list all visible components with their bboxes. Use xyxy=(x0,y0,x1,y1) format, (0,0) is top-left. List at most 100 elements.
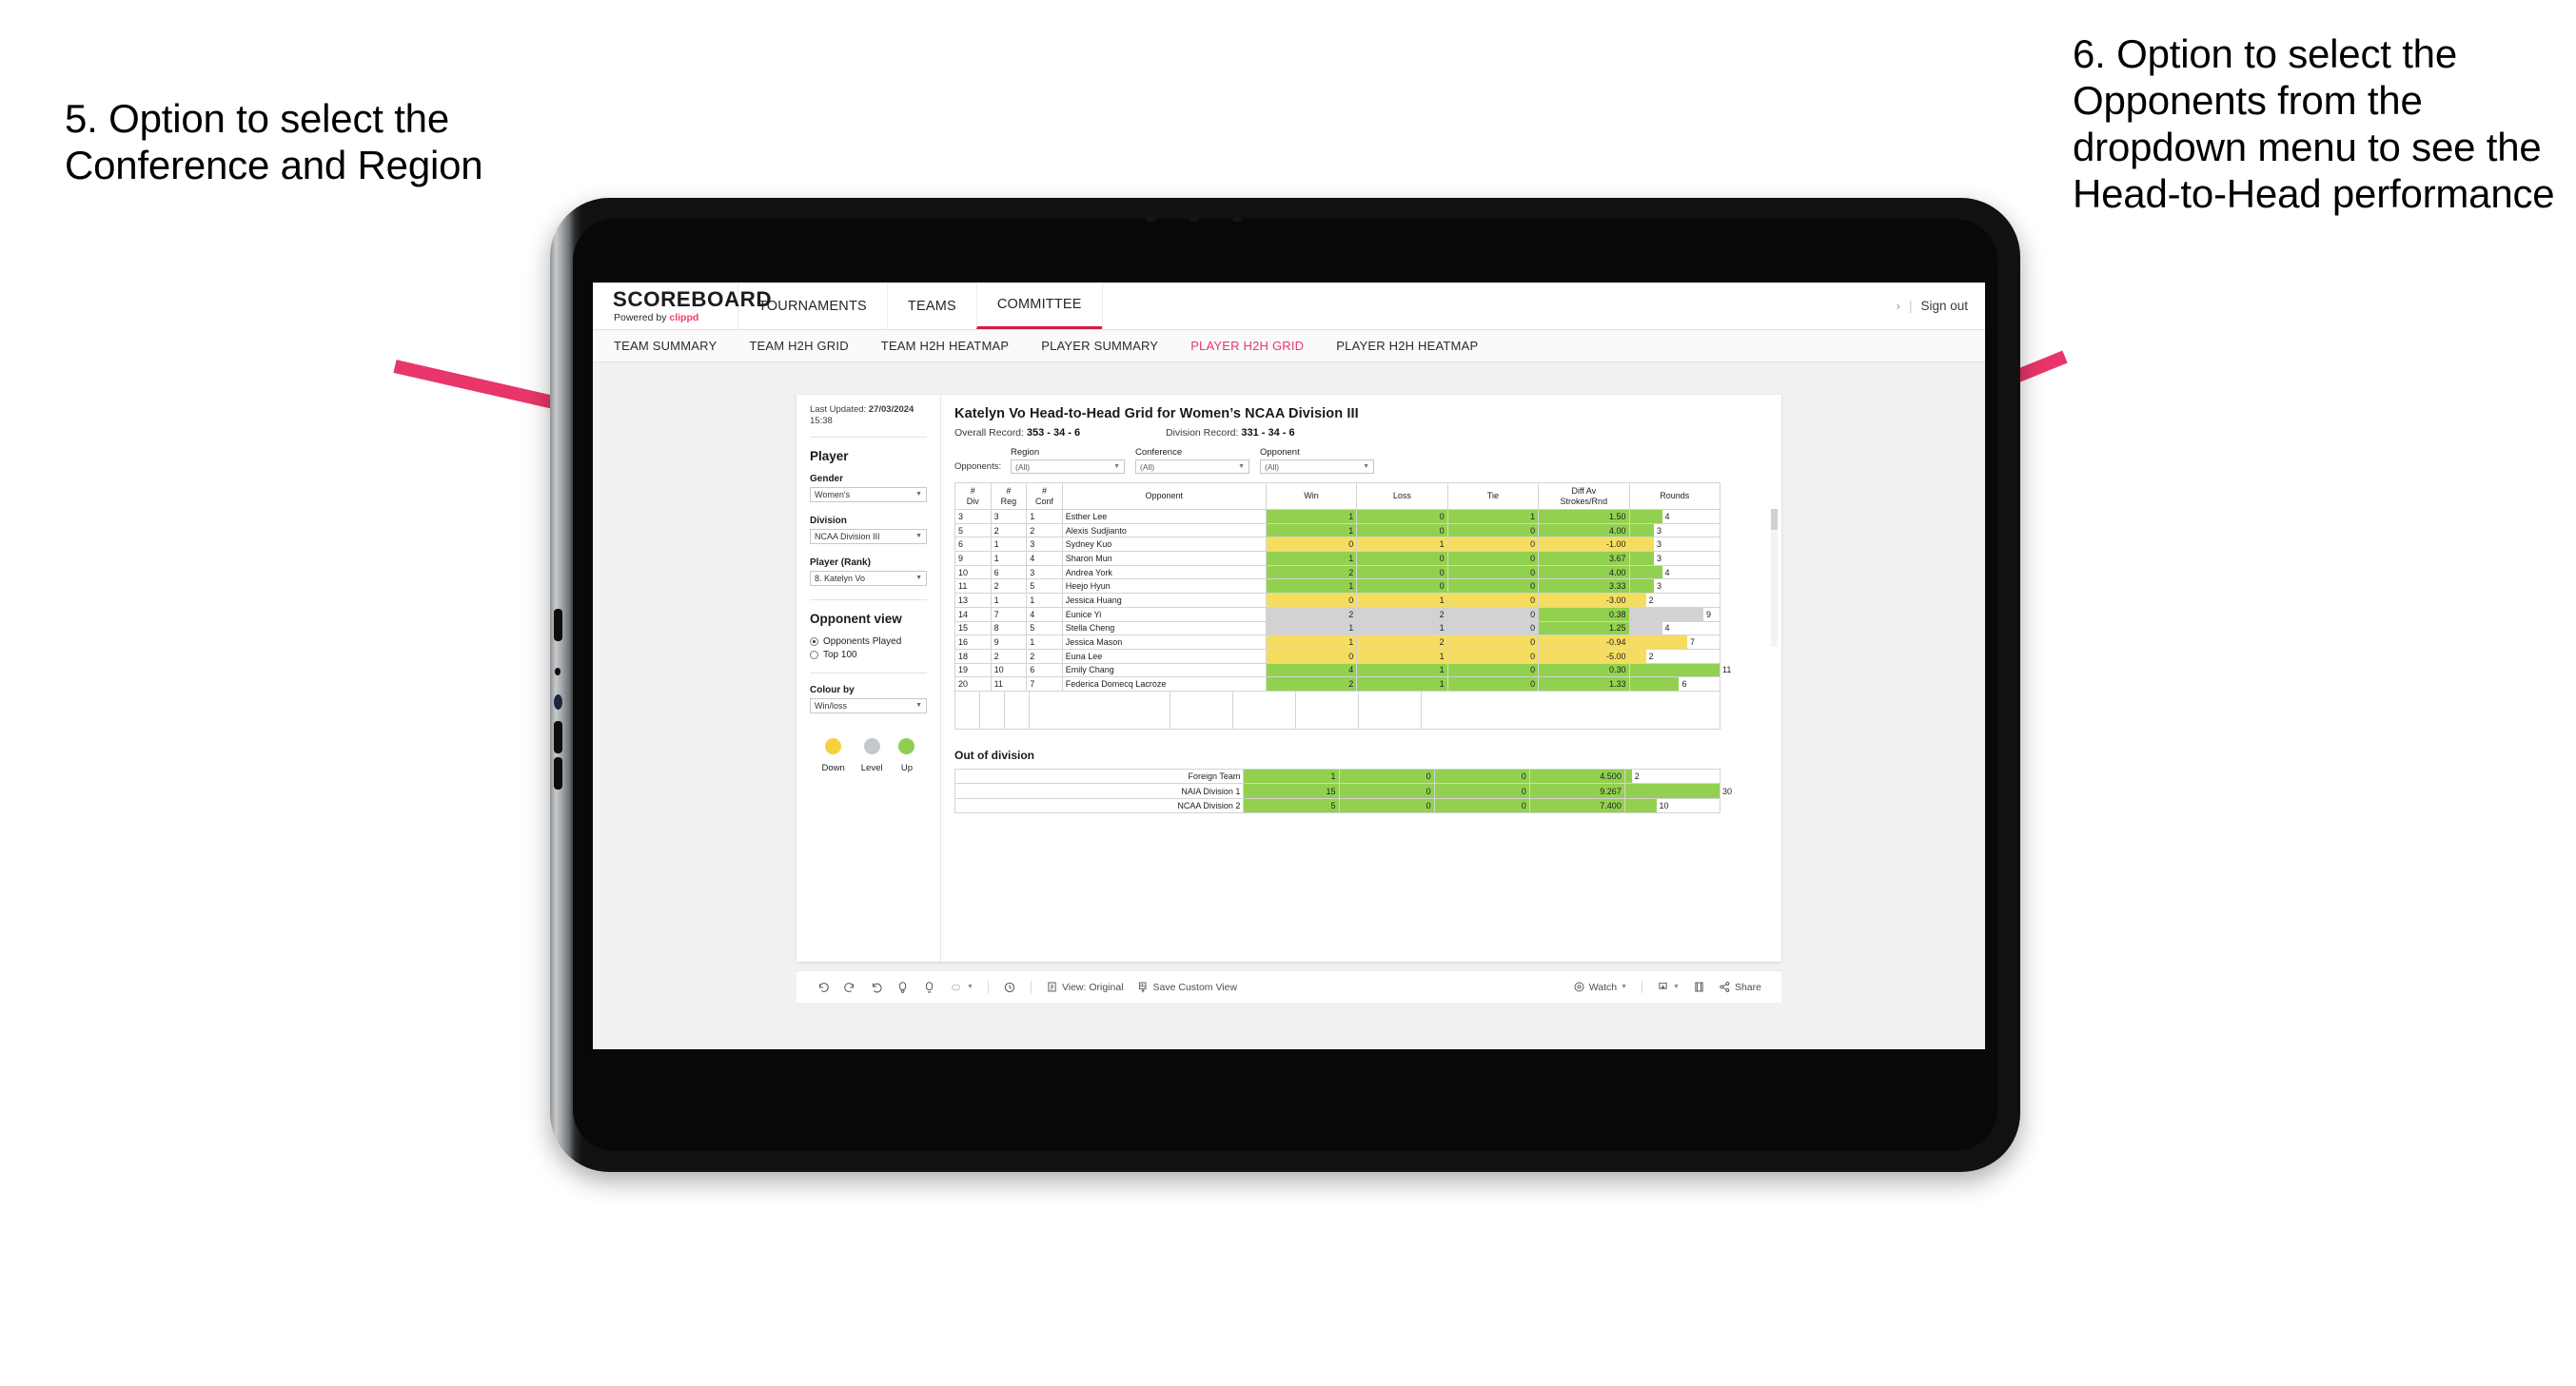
colour-by-select[interactable]: Win/loss ▼ xyxy=(810,697,927,713)
region-filter-select[interactable]: (All) ▼ xyxy=(1011,459,1125,474)
tablet-button-4[interactable] xyxy=(554,757,562,790)
rounds-bar xyxy=(1629,607,1703,621)
cell-loss: 0 xyxy=(1338,768,1435,785)
tablet-button-2[interactable] xyxy=(555,668,560,675)
table-row[interactable]: 9 1 4 Sharon Mun 1 0 0 3.67 3 xyxy=(954,551,1721,566)
chevron-right-icon[interactable]: › xyxy=(1897,299,1900,313)
division-record: Division Record: 331 - 34 - 6 xyxy=(1166,427,1295,439)
subnav-player-summary[interactable]: PLAYER SUMMARY xyxy=(1041,339,1158,353)
col-loss[interactable]: Loss xyxy=(1356,482,1448,510)
radio-opponents-played[interactable]: Opponents Played xyxy=(810,636,927,647)
table-row[interactable]: 13 1 1 Jessica Huang 0 1 0 -3.00 2 xyxy=(954,593,1721,608)
chevron-down-icon: ▼ xyxy=(1363,463,1369,470)
filter-sidebar: Last Updated: 27/03/2024 15:38 Player Ge… xyxy=(796,395,941,962)
pause-button[interactable] xyxy=(916,981,943,994)
cell-rounds: 3 xyxy=(1628,551,1721,566)
cell-win: 1 xyxy=(1265,509,1358,524)
table-row[interactable]: 11 2 5 Heejo Hyun 1 0 0 3.33 3 xyxy=(954,578,1721,595)
table-row[interactable]: 15 8 5 Stella Cheng 1 1 0 1.25 4 xyxy=(954,620,1721,636)
tablet-button-1[interactable] xyxy=(554,609,562,641)
table-row[interactable]: 5 2 2 Alexis Sudjianto 1 0 0 4.00 3 xyxy=(954,522,1721,538)
grid-vertical-scrollbar[interactable] xyxy=(1771,509,1778,647)
table-row[interactable]: 19 10 6 Emily Chang 4 1 0 0.30 11 xyxy=(954,662,1731,678)
radio-top-100[interactable]: Top 100 xyxy=(810,650,927,660)
revert-button[interactable] xyxy=(863,981,890,994)
colour-by-label: Colour by xyxy=(810,684,855,695)
cell-win: 0 xyxy=(1265,593,1358,608)
shape-dropdown-button[interactable]: ▼ xyxy=(943,981,980,994)
undo-button[interactable] xyxy=(810,981,836,994)
chevron-down-icon: ▼ xyxy=(915,533,922,540)
radio-icon xyxy=(810,650,818,659)
subnav-player-h2h-grid[interactable]: PLAYER H2H GRID xyxy=(1190,339,1304,353)
cell-tie: 0 xyxy=(1446,551,1540,566)
cell-rounds: 3 xyxy=(1628,578,1721,595)
table-row[interactable]: NCAA Division 2 5 0 0 7.400 10 xyxy=(954,797,1721,814)
main-content-panel: Katelyn Vo Head-to-Head Grid for Women’s… xyxy=(941,395,1781,962)
table-row[interactable]: 6 1 3 Sydney Kuo 0 1 0 -1.00 3 xyxy=(954,537,1721,553)
subnav-team-h2h-grid[interactable]: TEAM H2H GRID xyxy=(749,339,848,353)
cell-tie: 0 xyxy=(1446,634,1540,650)
col-reg[interactable]: # Reg xyxy=(990,482,1028,510)
opponent-filter-label: Opponent xyxy=(1260,447,1300,458)
table-row[interactable]: NAIA Division 1 15 0 0 9.267 30 xyxy=(954,783,1732,799)
header-tab-committee[interactable]: COMMITTEE xyxy=(975,283,1102,329)
chevron-down-icon: ▼ xyxy=(1238,463,1245,470)
col-diff-av-strokes[interactable]: Diff Av Strokes/Rnd xyxy=(1538,482,1630,510)
table-row[interactable]: 20 11 7 Federica Domecq Lacroze 2 1 0 1.33 6 xyxy=(954,676,1721,692)
cell-rounds: 2 xyxy=(1623,768,1721,785)
redo-button[interactable] xyxy=(836,981,863,994)
rounds-bar xyxy=(1629,552,1655,565)
table-row[interactable]: 3 3 1 Esther Lee 1 0 1 1.50 4 xyxy=(954,509,1721,524)
rounds-value: 10 xyxy=(1659,801,1669,811)
fullscreen-button[interactable] xyxy=(1686,981,1712,993)
view-original-button[interactable]: View: Original xyxy=(1039,981,1131,993)
subnav-player-h2h-heatmap[interactable]: PLAYER H2H HEATMAP xyxy=(1336,339,1478,353)
header-tab-teams[interactable]: TEAMS xyxy=(886,283,976,329)
refresh-button[interactable] xyxy=(890,981,916,994)
cell-conf: 1 xyxy=(1026,509,1063,524)
cell-diff: 3.67 xyxy=(1538,551,1630,566)
cell-reg: 9 xyxy=(990,634,1028,650)
division-select[interactable]: NCAA Division III ▼ xyxy=(810,528,927,544)
col-opponent[interactable]: Opponent xyxy=(1061,482,1267,510)
alerts-button[interactable] xyxy=(996,981,1023,994)
download-button[interactable]: ▼ xyxy=(1650,981,1686,993)
cell-div: 11 xyxy=(954,578,992,595)
col-rounds[interactable]: Rounds xyxy=(1628,482,1721,510)
cell-opponent: Sydney Kuo xyxy=(1061,537,1267,553)
table-row[interactable]: 16 9 1 Jessica Mason 1 2 0 -0.94 7 xyxy=(954,634,1721,650)
col-div[interactable]: # Div xyxy=(954,482,992,510)
subnav-team-h2h-heatmap[interactable]: TEAM H2H HEATMAP xyxy=(881,339,1009,353)
chevron-down-icon: ▼ xyxy=(915,702,922,710)
annotation-6-text: 6. Option to select the Opponents from t… xyxy=(2073,31,2555,217)
rounds-bar xyxy=(1624,769,1632,784)
col-conf[interactable]: # Conf xyxy=(1026,482,1063,510)
tablet-button-3[interactable] xyxy=(554,721,562,753)
gender-select[interactable]: Women's ▼ xyxy=(810,486,927,502)
annotation-5-text: 5. Option to select the Conference and R… xyxy=(65,96,483,188)
table-row[interactable]: 10 6 3 Andrea York 2 0 0 4.00 4 xyxy=(954,564,1721,580)
cell-diff: -5.00 xyxy=(1538,648,1630,664)
cell-rounds: 4 xyxy=(1628,509,1721,524)
cell-conf: 2 xyxy=(1026,648,1063,664)
sign-out-link[interactable]: Sign out xyxy=(1920,299,1968,313)
table-row[interactable]: 18 2 2 Euna Lee 0 1 0 -5.00 2 xyxy=(954,648,1721,664)
table-row[interactable]: 14 7 4 Eunice Yi 2 2 0 0.38 9 xyxy=(954,606,1721,622)
share-button[interactable]: Share xyxy=(1712,981,1768,993)
cell-win: 15 xyxy=(1243,783,1340,799)
table-row[interactable]: Foreign Team 1 0 0 4.500 2 xyxy=(954,768,1721,785)
subnav-team-summary[interactable]: TEAM SUMMARY xyxy=(614,339,717,353)
player-rank-select[interactable]: 8. Katelyn Vo ▼ xyxy=(810,570,927,586)
cell-opponent: Emily Chang xyxy=(1061,662,1267,678)
opponent-filter-select[interactable]: (All) ▼ xyxy=(1260,459,1374,474)
col-win[interactable]: Win xyxy=(1265,482,1358,510)
brand-logo[interactable]: SCOREBOARD Powered by clippd xyxy=(593,283,772,329)
grid-scrollbar-thumb[interactable] xyxy=(1771,509,1778,530)
toolbar-divider-1 xyxy=(987,981,989,993)
save-custom-view-button[interactable]: Save Custom View xyxy=(1131,981,1245,993)
cell-diff: 4.00 xyxy=(1538,564,1630,580)
watch-button[interactable]: Watch ▼ xyxy=(1566,981,1634,993)
conference-filter-select[interactable]: (All) ▼ xyxy=(1135,459,1249,474)
col-tie[interactable]: Tie xyxy=(1446,482,1540,510)
